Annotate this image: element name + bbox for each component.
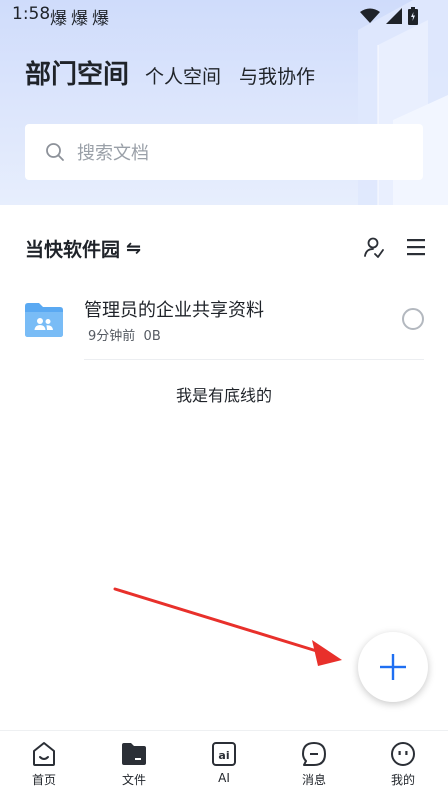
bottom-navigation: 首页 文件 ai AI 消息 我的	[0, 730, 448, 796]
ai-icon: ai	[212, 742, 236, 766]
message-icon	[302, 742, 326, 766]
add-button[interactable]	[358, 632, 428, 702]
nav-label-home: 首页	[31, 773, 56, 787]
home-icon	[33, 742, 55, 766]
nav-item-home[interactable]: 首页	[14, 731, 74, 796]
plus-icon	[380, 654, 406, 680]
svg-text:ai: ai	[218, 749, 229, 762]
app-screen: 1:58 爆 爆 爆 部门空间 个人空间 与我协作 搜索文档 当快软件园 ⇋ 管…	[0, 0, 448, 796]
nav-item-profile[interactable]: 我的	[373, 731, 433, 796]
file-icon	[122, 743, 146, 765]
nav-item-ai[interactable]: ai AI	[194, 731, 254, 796]
nav-label-files: 文件	[121, 773, 146, 787]
nav-item-files[interactable]: 文件	[104, 731, 164, 796]
nav-label-messages: 消息	[301, 773, 326, 787]
profile-icon	[391, 742, 415, 766]
nav-item-messages[interactable]: 消息	[284, 731, 344, 796]
nav-label-ai: AI	[218, 771, 230, 785]
nav-label-profile: 我的	[390, 773, 415, 787]
